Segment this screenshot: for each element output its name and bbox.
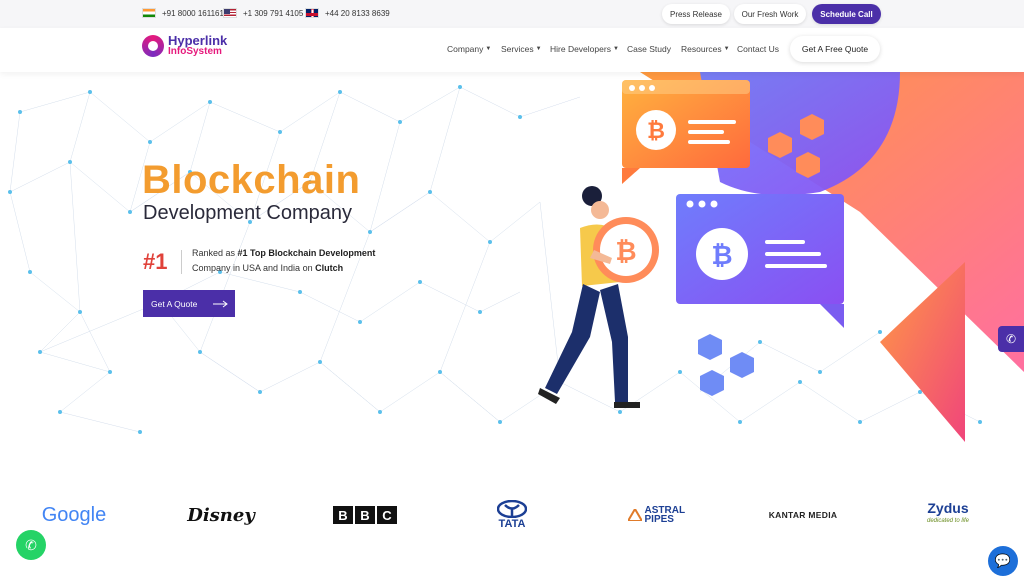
nav-contact-us[interactable]: Contact Us xyxy=(737,44,779,54)
svg-text:₿: ₿ xyxy=(615,237,636,267)
phone-number: +44 20 8133 8639 xyxy=(325,8,390,18)
client-logos: Google Disney B B C TATA ASTRAL PIPES KA… xyxy=(0,490,1024,540)
get-quote-button[interactable]: Get A Quote xyxy=(143,290,235,317)
free-quote-button[interactable]: Get A Free Quote xyxy=(790,36,880,62)
nav-label: Case Study xyxy=(627,44,671,54)
zydus-tagline: dedicated to life xyxy=(926,518,970,524)
astral-logo-text: ASTRAL PIPES xyxy=(644,505,685,525)
caret-down-icon: ▼ xyxy=(612,46,619,52)
astral-logo: ASTRAL PIPES xyxy=(626,490,690,540)
caret-down-icon: ▼ xyxy=(535,46,542,52)
nav-hire-developers[interactable]: Hire Developers ▼ xyxy=(550,44,619,54)
google-logo: Google xyxy=(38,490,110,540)
disney-logo-text: Disney xyxy=(187,504,255,526)
bbc-letter: B xyxy=(333,506,353,524)
fresh-work-button[interactable]: Our Fresh Work xyxy=(734,4,806,24)
caret-down-icon: ▼ xyxy=(485,46,492,52)
kantar-logo-text: KANTAR MEDIA xyxy=(768,510,838,520)
nav-services[interactable]: Services ▼ xyxy=(501,44,542,54)
nav-label: Resources xyxy=(681,44,722,54)
svg-text:₿: ₿ xyxy=(711,241,732,271)
main-header: Hyperlink InfoSystem Company ▼ Services ▼ … xyxy=(0,28,1024,72)
nav-label: Contact Us xyxy=(737,44,780,54)
disney-logo: Disney xyxy=(187,490,255,540)
rank-prefix: Ranked as xyxy=(192,248,238,258)
company-logo[interactable]: Hyperlink InfoSystem xyxy=(142,33,228,57)
chat-icon[interactable]: 💬 xyxy=(988,546,1018,576)
kantar-logo: KANTAR MEDIA xyxy=(766,490,840,540)
nav-company[interactable]: Company ▼ xyxy=(447,44,491,54)
nav-label: Services xyxy=(501,44,534,54)
zydus-logo-text: Zydus xyxy=(927,500,969,516)
top-contact-bar: +91 8000 161161 +1 309 791 4105 +44 20 8… xyxy=(0,0,1024,28)
uk-flag-icon xyxy=(305,8,319,18)
rank-badge: #1 xyxy=(143,249,168,274)
schedule-call-button[interactable]: Schedule Call xyxy=(812,4,881,24)
nav-label: Hire Developers xyxy=(550,44,611,54)
hero-section: ₿ ₿ ₿ Blockchain Development Company #1 … xyxy=(0,72,1024,442)
nav-resources[interactable]: Resources ▼ xyxy=(681,44,730,54)
caret-down-icon: ▼ xyxy=(723,46,730,52)
cta-label: Get A Quote xyxy=(151,298,198,309)
zydus-logo: Zydus dedicated to life xyxy=(918,490,978,540)
bbc-letter: B xyxy=(355,506,375,524)
bbc-letter: C xyxy=(377,506,397,524)
logo-mark-icon xyxy=(142,35,164,57)
whatsapp-icon[interactable]: ✆ xyxy=(16,530,46,560)
rank-divider xyxy=(181,250,182,274)
astral-triangle-icon xyxy=(627,509,642,521)
phone-icon[interactable]: ✆ xyxy=(998,326,1024,352)
rank-highlight: #1 Top Blockchain Development xyxy=(237,248,376,258)
phone-india[interactable]: +91 8000 161161 xyxy=(142,8,224,18)
nav-case-study[interactable]: Case Study xyxy=(627,44,671,54)
google-logo-text: Google xyxy=(41,503,107,526)
tata-logo-text: TATA xyxy=(498,518,526,530)
logo-line1: Hyperlink xyxy=(168,33,228,48)
rank-source: Clutch xyxy=(315,263,344,273)
phone-number: +91 8000 161161 xyxy=(162,8,224,18)
hero-title: Blockchain xyxy=(142,158,361,202)
rank-statement: Ranked as #1 Top Blockchain Development … xyxy=(192,246,375,276)
tata-emblem-icon xyxy=(497,500,527,518)
press-release-button[interactable]: Press Release xyxy=(662,4,730,24)
phone-uk[interactable]: +44 20 8133 8639 xyxy=(305,8,390,18)
india-flag-icon xyxy=(142,8,156,18)
arrow-right-icon xyxy=(213,300,229,307)
phone-number: +1 309 791 4105 xyxy=(243,8,304,18)
usa-flag-icon xyxy=(223,8,237,18)
hero-subtitle: Development Company xyxy=(143,202,352,224)
rank-middle: Company in USA and India on xyxy=(192,263,316,273)
phone-usa[interactable]: +1 309 791 4105 xyxy=(223,8,303,18)
svg-text:₿: ₿ xyxy=(647,119,665,144)
tata-logo: TATA xyxy=(490,490,534,540)
bbc-logo: B B C xyxy=(332,490,398,540)
nav-label: Company xyxy=(447,44,484,54)
logo-line2: InfoSystem xyxy=(168,46,222,57)
